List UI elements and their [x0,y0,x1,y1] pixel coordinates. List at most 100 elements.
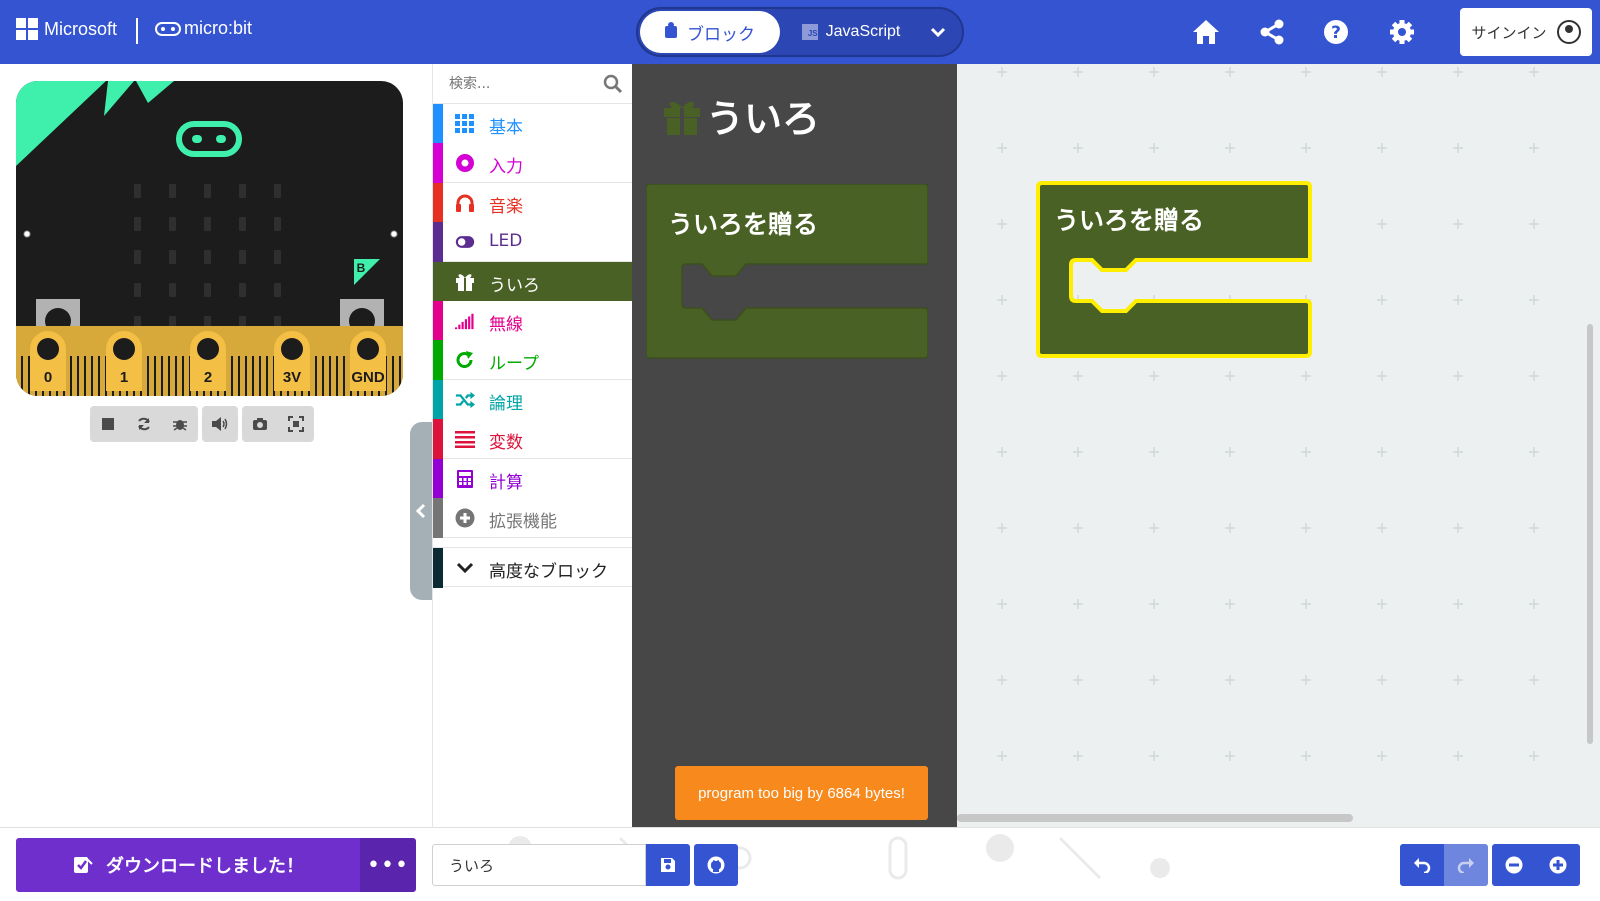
gift-icon [455,272,475,292]
category-label: ループ [489,354,539,375]
led [204,217,211,231]
category-label: 無線 [489,315,523,335]
category-headphones[interactable]: 音楽 [433,182,633,223]
category-signal[interactable]: 無線 [433,301,633,341]
category-circle-dot[interactable]: 入力 [433,143,633,184]
js-file-icon: JS [801,24,818,40]
microbit-board[interactable]: A B 0 1 2 3V GND [16,81,403,396]
pin-hole [357,338,379,360]
category-grid[interactable]: 基本 [433,104,633,144]
button-b-marker: B [354,259,380,285]
category-stripe [433,458,443,499]
pin-hole [113,338,135,360]
download-button[interactable]: ダウンロードしました！ [16,838,360,892]
workspace-vertical-scrollbar[interactable] [1587,324,1593,744]
svg-text:?: ? [1331,23,1341,43]
pin-gnd[interactable]: GND [350,331,386,391]
shuffle-icon [455,390,475,410]
undo-button[interactable] [1400,844,1444,886]
zoom-in-icon [1549,856,1567,874]
chevron-left-icon [416,503,426,519]
pin-hole [37,338,59,360]
download-success-icon [74,857,93,873]
category-calculator[interactable]: 計算 [433,458,633,499]
microbit-logo[interactable]: micro:bit [155,18,252,39]
pin-2[interactable]: 2 [190,331,226,391]
help-icon[interactable]: ? [1320,16,1352,48]
category-stripe [433,222,443,263]
flyout-block-label: ういろを贈る [668,210,819,239]
edge-connector: 0 1 2 3V GND [16,326,403,396]
category-label: 計算 [489,472,523,493]
sound-icon[interactable] [202,406,238,442]
tab-blocks[interactable]: ブロック [640,11,780,53]
settings-icon[interactable] [1386,16,1418,48]
gift-icon [664,101,700,135]
category-gift[interactable]: ういろ [433,261,633,302]
fullscreen-icon[interactable] [278,406,314,442]
led [134,184,141,198]
microbit-face-icon [155,21,181,36]
more-options-button[interactable]: ••• [360,838,416,892]
pin-0[interactable]: 0 [30,331,66,391]
category-plus-circle[interactable]: 拡張機能 [433,498,633,538]
led [274,217,281,231]
led [134,283,141,297]
microsoft-logo[interactable]: Microsoft [16,18,117,40]
top-header: Microsoft micro:bit ブロック JS JavaScript ?… [0,0,1600,64]
stop-icon[interactable] [90,406,126,442]
circle-dot-icon [455,153,475,173]
save-icon [661,858,675,872]
search-icon[interactable] [603,74,623,94]
signin-button[interactable]: サインイン [1460,8,1592,56]
zoom-out-button[interactable] [1492,844,1536,886]
collapse-simulator-button[interactable] [410,422,432,600]
led [204,283,211,297]
chevron-down-icon [455,558,475,578]
workspace-horizontal-scrollbar[interactable] [957,814,1353,822]
redo-button[interactable] [1444,844,1488,886]
led [274,250,281,264]
category-toggle[interactable]: LED [433,222,633,263]
pin-1[interactable]: 1 [106,331,142,391]
github-button[interactable] [694,844,738,886]
sim-group-sound [202,406,238,442]
simulator-panel: A B 0 1 2 3V GND [0,64,432,827]
user-icon [1556,20,1581,44]
led [169,217,176,231]
tab-javascript[interactable]: JS JavaScript [788,11,914,53]
microbit-face [176,121,242,157]
editor-dropdown-button[interactable] [918,11,958,53]
debug-icon[interactable] [162,406,198,442]
puzzle-piece-icon [665,22,677,38]
search-input[interactable] [433,64,593,104]
category-label: 高度なブロック [489,562,608,583]
toolbox: 基本入力音楽 LED ういろ無線ループ論理変数計算拡張機能高度なブロック [432,64,633,827]
zoom-in-button[interactable] [1536,844,1580,886]
share-icon[interactable] [1256,16,1288,48]
category-stripe [433,548,443,589]
microsoft-windows-icon [16,18,38,40]
pin-3v[interactable]: 3V [274,331,310,391]
toggle-icon [455,232,475,252]
signin-label: サインイン [1471,23,1547,42]
led [134,217,141,231]
workspace-block-label: ういろを贈る [1054,206,1205,235]
toolbox-search [433,64,633,104]
project-name-input[interactable] [432,844,646,886]
category-stripe [433,182,443,223]
restart-icon[interactable] [126,406,162,442]
screenshot-icon[interactable] [242,406,278,442]
sim-group-view [242,406,314,442]
led [239,250,246,264]
category-loop[interactable]: ループ [433,340,633,381]
category-shuffle[interactable]: 論理 [433,379,633,420]
category-advanced[interactable]: 高度なブロック [433,547,633,589]
led [239,217,246,231]
led [274,283,281,297]
blocks-workspace[interactable]: ういろを贈る [957,64,1600,827]
category-label: 音楽 [489,196,523,217]
category-list[interactable]: 変数 [433,419,633,460]
save-button[interactable] [646,844,690,886]
home-icon[interactable] [1190,16,1222,48]
